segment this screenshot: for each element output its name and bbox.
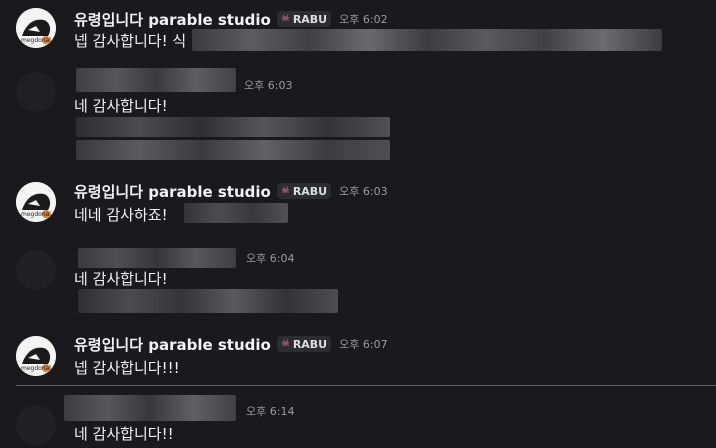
redacted-text [192,29,662,51]
author-name[interactable]: 유령입니다 parable studio [74,181,271,202]
avatar-label: megdonal [21,365,51,372]
redacted-text [76,140,390,160]
message-text: 네 감사합니다! [74,270,168,288]
timestamp: 오후 6:02 [339,13,388,26]
server-tag[interactable]: ☠ RABU [276,336,332,352]
timestamp: 오후 6:04 [246,252,295,265]
message-text: 넵 감사합니다! 식 [74,32,187,50]
pink-skull-icon: ☠ [280,338,290,349]
redacted-text [76,117,390,137]
avatar[interactable] [16,250,56,290]
pink-skull-icon: ☠ [280,13,290,24]
timestamp: 오후 6:14 [246,405,295,418]
timestamp: 오후 6:07 [339,338,388,351]
message-text: 네 감사합니다!! [74,425,174,443]
avatar-label: megdonal [21,211,51,218]
message-text: 네 감사합니다! [74,97,168,115]
timestamp: 오후 6:03 [244,79,293,92]
message-text: 넵 감사합니다!!! [74,359,180,377]
author-name[interactable]: 유령입니다 parable studio [74,9,271,30]
redacted-text [78,289,338,313]
avatar[interactable] [16,405,56,445]
redacted-author [76,68,236,92]
redacted-author [78,248,236,268]
pink-skull-icon: ☠ [280,185,290,196]
new-messages-divider [16,385,716,386]
timestamp: 오후 6:03 [339,185,388,198]
server-tag[interactable]: ☠ RABU [276,11,332,27]
avatar[interactable]: megdonal [16,182,56,222]
redacted-text [184,203,288,223]
redacted-author [64,395,236,421]
message-text: 네네 감사하죠! [74,206,168,224]
avatar[interactable] [16,72,56,112]
author-name[interactable]: 유령입니다 parable studio [74,334,271,355]
avatar[interactable]: megdonal [16,336,56,376]
avatar-label: megdonal [21,37,51,44]
avatar[interactable]: megdonal [16,8,56,48]
server-tag[interactable]: ☠ RABU [276,183,332,199]
